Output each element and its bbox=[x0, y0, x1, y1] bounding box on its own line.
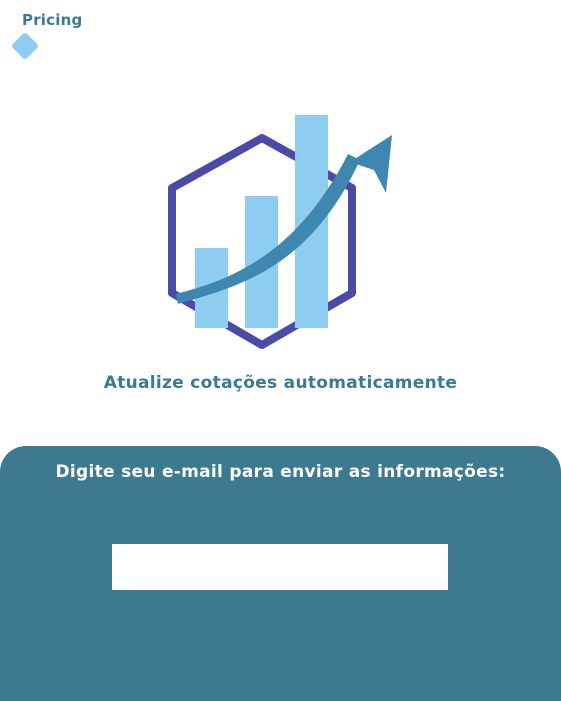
email-panel: Digite seu e-mail para enviar as informa… bbox=[0, 446, 561, 701]
arrow-head bbox=[350, 135, 392, 193]
growth-chart-icon bbox=[168, 115, 392, 349]
email-input[interactable] bbox=[112, 544, 448, 590]
hero-tagline: Atualize cotações automaticamente bbox=[103, 373, 458, 393]
brand-logo[interactable]: Pricing bbox=[0, 0, 120, 70]
brand-name: Pricing bbox=[22, 11, 83, 29]
email-prompt: Digite seu e-mail para enviar as informa… bbox=[55, 462, 506, 482]
diamond-icon bbox=[10, 31, 40, 61]
